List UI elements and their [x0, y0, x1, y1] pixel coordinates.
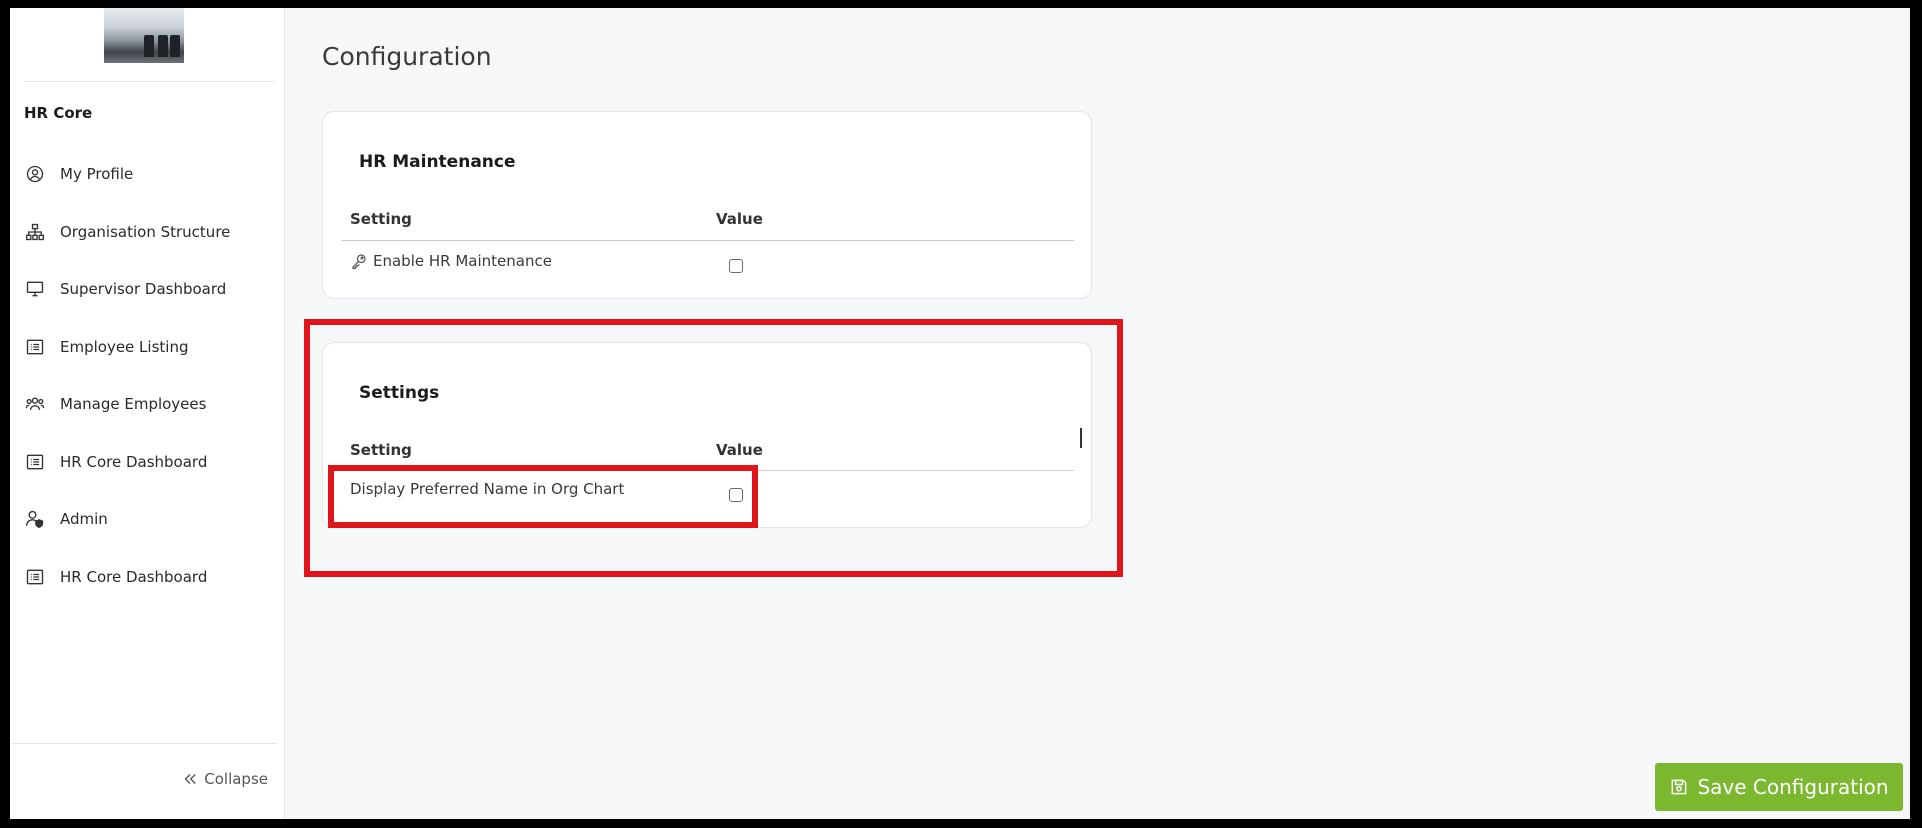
page-title: Configuration: [322, 42, 492, 71]
sidebar-item-hr-core-dashboard-2[interactable]: HR Core Dashboard: [24, 562, 274, 592]
monitor-icon: [24, 278, 46, 300]
admin-user-icon: [24, 508, 46, 530]
column-header-value: Value: [716, 210, 763, 228]
key-icon: [350, 252, 373, 270]
table-header-divider: [341, 470, 1074, 471]
list-icon: [24, 451, 46, 473]
collapse-button[interactable]: Collapse: [181, 770, 268, 788]
logo-chair-shape: [144, 35, 154, 57]
sidebar-item-label: HR Core Dashboard: [60, 568, 208, 586]
sidebar-item-manage-employees[interactable]: Manage Employees: [24, 389, 274, 419]
setting-label: Enable HR Maintenance: [373, 252, 552, 270]
sidebar-item-label: Organisation Structure: [60, 223, 231, 241]
hr-maintenance-card: HR Maintenance Setting Value Enable HR M…: [322, 111, 1092, 299]
chevrons-left-icon: [181, 770, 204, 788]
app-window: HR Core My Profile Organisation Structur…: [10, 8, 1910, 819]
sidebar-divider: [12, 743, 277, 744]
org-chart-icon: [24, 221, 46, 243]
sidebar-item-my-profile[interactable]: My Profile: [24, 159, 274, 189]
users-icon: [24, 393, 46, 415]
user-circle-icon: [24, 163, 46, 185]
save-disk-icon: [1669, 777, 1697, 797]
card-title: HR Maintenance: [359, 152, 516, 172]
sidebar-item-label: Supervisor Dashboard: [60, 280, 227, 298]
logo-chair-shape: [170, 35, 180, 57]
sidebar-item-label: My Profile: [60, 165, 134, 183]
logo-chair-shape: [158, 35, 168, 57]
column-header-setting: Setting: [350, 441, 412, 459]
sidebar-item-employee-listing[interactable]: Employee Listing: [24, 332, 274, 362]
list-icon: [24, 336, 46, 358]
setting-label: Display Preferred Name in Org Chart: [350, 480, 625, 498]
sidebar-item-label: Manage Employees: [60, 395, 207, 413]
sidebar-section-title: HR Core: [24, 104, 93, 122]
sidebar-item-label: HR Core Dashboard: [60, 453, 208, 471]
collapse-label: Collapse: [204, 770, 268, 788]
save-configuration-button[interactable]: Save Configuration: [1655, 763, 1903, 811]
sidebar-item-label: Admin: [60, 510, 108, 528]
save-button-label: Save Configuration: [1697, 775, 1889, 799]
sidebar-item-label: Employee Listing: [60, 338, 189, 356]
settings-card: Settings Setting Value Display Preferred…: [322, 342, 1092, 528]
sidebar-divider: [24, 81, 274, 82]
card-title: Settings: [359, 383, 440, 403]
company-logo: [104, 8, 184, 63]
display-preferred-name-checkbox[interactable]: [729, 488, 743, 502]
setting-row-label: Display Preferred Name in Org Chart: [350, 480, 624, 498]
column-header-setting: Setting: [350, 210, 412, 228]
sidebar-item-supervisor-dashboard[interactable]: Supervisor Dashboard: [24, 274, 274, 304]
text-cursor: [1080, 428, 1082, 448]
setting-row-label: Enable HR Maintenance: [350, 252, 552, 270]
list-icon: [24, 566, 46, 588]
sidebar: HR Core My Profile Organisation Structur…: [10, 8, 285, 819]
enable-hr-maintenance-checkbox[interactable]: [729, 259, 743, 273]
sidebar-item-hr-core-dashboard[interactable]: HR Core Dashboard: [24, 447, 274, 477]
sidebar-item-admin[interactable]: Admin: [24, 504, 274, 534]
table-header-divider: [341, 240, 1074, 241]
column-header-value: Value: [716, 441, 763, 459]
sidebar-item-organisation-structure[interactable]: Organisation Structure: [24, 217, 274, 247]
